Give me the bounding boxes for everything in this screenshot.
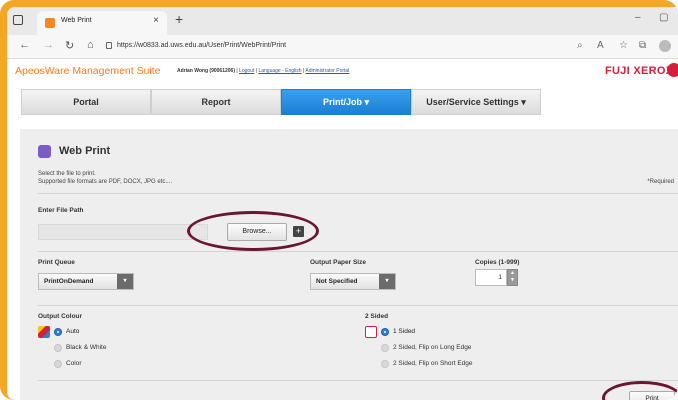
address-bar: ← → ↻ ⌂ https://w0833.ad.uws.edu.au/User…	[7, 35, 678, 59]
option-short-edge-label: 2 Sided, Flip on Short Edge	[393, 360, 473, 367]
page-title: Web Print	[59, 145, 111, 157]
tab-print-job[interactable]: Print/Job ▾	[281, 89, 411, 115]
divider	[38, 305, 678, 306]
print-queue-select[interactable]: PrintOnDemand ▾	[38, 273, 134, 290]
divider	[38, 193, 678, 194]
close-tab-icon[interactable]: ×	[153, 15, 159, 26]
step-down-icon[interactable]: ▼	[508, 277, 517, 284]
paper-size-label: Output Paper Size	[310, 259, 366, 266]
vendor-logo: FUJI XEROX	[605, 65, 674, 77]
collections-icon[interactable]: ⧉	[639, 40, 646, 51]
copies-stepper[interactable]: ▲ ▼	[507, 269, 518, 286]
print-queue-value: PrintOnDemand	[44, 278, 94, 285]
step-up-icon[interactable]: ▲	[508, 270, 517, 277]
orange-frame: Web Print × + – ▢ ← → ↻ ⌂ https://w0833.…	[0, 0, 678, 400]
option-auto-label: Auto	[66, 328, 80, 335]
vendor-logo-icon	[667, 63, 678, 77]
separator: |	[255, 68, 258, 74]
web-print-panel: Web Print Select the file to print. Supp…	[20, 129, 678, 400]
radio-long-edge[interactable]	[381, 344, 389, 352]
tab-user-service-settings[interactable]: User/Service Settings ▾	[411, 89, 541, 115]
radio-auto[interactable]	[54, 328, 62, 336]
admin-portal-link[interactable]: Administrator Portal	[305, 68, 349, 74]
tab-report[interactable]: Report	[151, 89, 281, 115]
language-link[interactable]: Language - English	[258, 68, 301, 74]
user-line: Adrian Wong (90061206) | Logout | Langua…	[177, 68, 349, 74]
print-queue-label: Print Queue	[38, 259, 75, 266]
chevron-down-icon: ▾	[117, 274, 133, 289]
browse-button[interactable]: Browse...	[227, 223, 287, 241]
radio-one-sided[interactable]	[381, 328, 389, 336]
radio-short-edge[interactable]	[381, 360, 389, 368]
tab-bar: Web Print × + – ▢	[7, 7, 678, 35]
browser-tab[interactable]: Web Print ×	[37, 11, 167, 35]
radio-black-white[interactable]	[54, 344, 62, 352]
forward-icon[interactable]: →	[43, 39, 54, 51]
copies-label: Copies (1-999)	[475, 259, 520, 266]
output-colour-label: Output Colour	[38, 313, 83, 320]
user-name: Adrian Wong (90061206)	[177, 68, 235, 74]
print-button[interactable]: Print	[629, 391, 675, 400]
chevron-down-icon: ▾	[379, 274, 395, 289]
brand-title: ApeosWare Management Suite	[15, 65, 161, 77]
duplex-icon	[365, 326, 377, 338]
add-file-button[interactable]: +	[293, 226, 304, 237]
profile-icon[interactable]	[659, 40, 671, 52]
favorites-icon[interactable]: ☆	[619, 40, 628, 51]
search-icon[interactable]: ⌕	[577, 40, 583, 51]
minimize-icon[interactable]: –	[635, 12, 641, 23]
app-header: ApeosWare Management Suite Adrian Wong (…	[7, 59, 678, 85]
window-menu-icon[interactable]	[13, 15, 23, 25]
refresh-icon[interactable]: ↻	[65, 39, 74, 52]
lock-icon	[106, 42, 112, 49]
required-note: *Required	[647, 179, 674, 185]
radio-color[interactable]	[54, 360, 62, 368]
option-color-label: Color	[66, 360, 82, 367]
home-icon[interactable]: ⌂	[87, 39, 94, 51]
read-aloud-icon[interactable]: A	[597, 40, 604, 51]
colour-mode-icon	[38, 326, 50, 338]
two-sided-label: 2 Sided	[365, 313, 389, 320]
paper-size-select[interactable]: Not Specified ▾	[310, 273, 396, 290]
description-line-2: Supported file formats are PDF, DOCX, JP…	[38, 179, 173, 185]
url-field[interactable]: https://w0833.ad.uws.edu.au/User/Print/W…	[117, 42, 286, 49]
paper-size-value: Not Specified	[316, 278, 358, 285]
description-line-1: Select the file to print.	[38, 171, 96, 177]
option-black-white-label: Black & White	[66, 344, 107, 351]
separator: |	[236, 68, 238, 74]
favicon-icon	[45, 18, 55, 28]
tab-title: Web Print	[61, 17, 92, 24]
back-icon[interactable]: ←	[19, 39, 30, 51]
divider	[38, 380, 678, 381]
web-print-icon	[38, 145, 51, 158]
tab-portal[interactable]: Portal	[21, 89, 151, 115]
file-path-label: Enter File Path	[38, 207, 84, 214]
logout-link[interactable]: Logout	[239, 68, 254, 74]
new-tab-button[interactable]: +	[175, 11, 183, 27]
divider	[38, 251, 678, 252]
file-path-input[interactable]	[38, 224, 208, 240]
option-long-edge-label: 2 Sided, Flip on Long Edge	[393, 344, 472, 351]
browser-window: Web Print × + – ▢ ← → ↻ ⌂ https://w0833.…	[7, 7, 678, 400]
copies-input[interactable]: 1	[475, 269, 507, 286]
main-nav: Portal Report Print/Job ▾ User/Service S…	[21, 89, 541, 115]
option-one-sided-label: 1 Sided	[393, 328, 416, 335]
restore-icon[interactable]: ▢	[659, 12, 668, 23]
